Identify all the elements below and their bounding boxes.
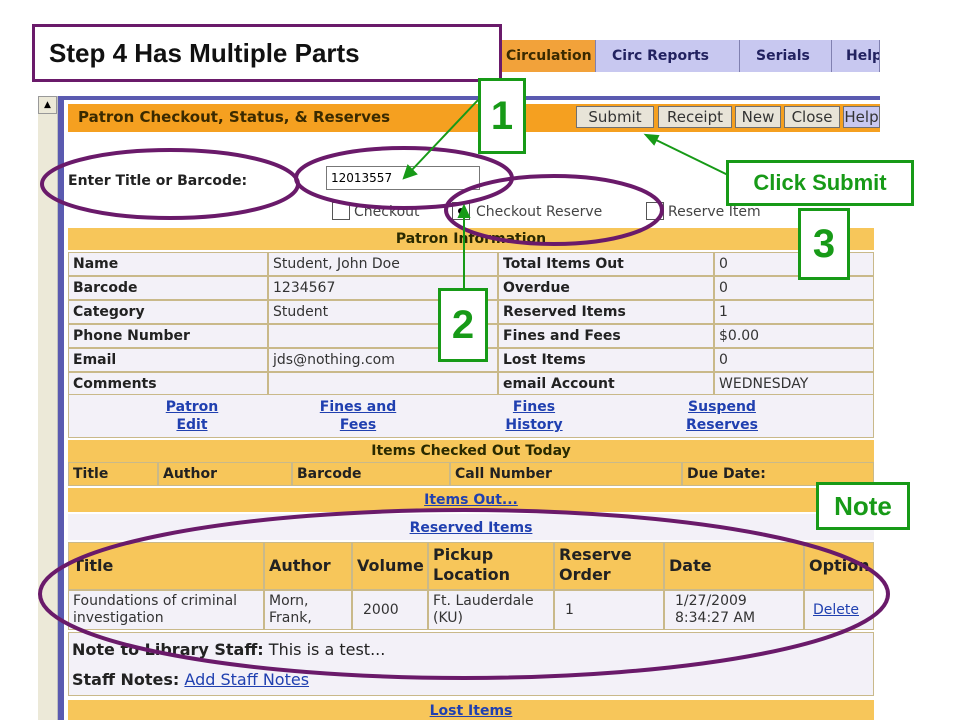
arrow-1-line bbox=[409, 99, 479, 173]
ellipse-barcode-label bbox=[40, 148, 300, 220]
callout-3: 3 bbox=[798, 208, 850, 280]
click-submit-callout: Click Submit bbox=[726, 160, 914, 206]
callout-1: 1 bbox=[478, 78, 526, 154]
callout-2: 2 bbox=[438, 288, 488, 362]
arrow-submit-head bbox=[643, 133, 660, 146]
note-callout: Note bbox=[816, 482, 910, 530]
ellipse-checkout-reserve bbox=[444, 174, 664, 246]
ellipse-reserved-items bbox=[38, 508, 890, 680]
arrow-submit-line bbox=[651, 137, 731, 177]
arrow-2-head bbox=[457, 203, 471, 218]
